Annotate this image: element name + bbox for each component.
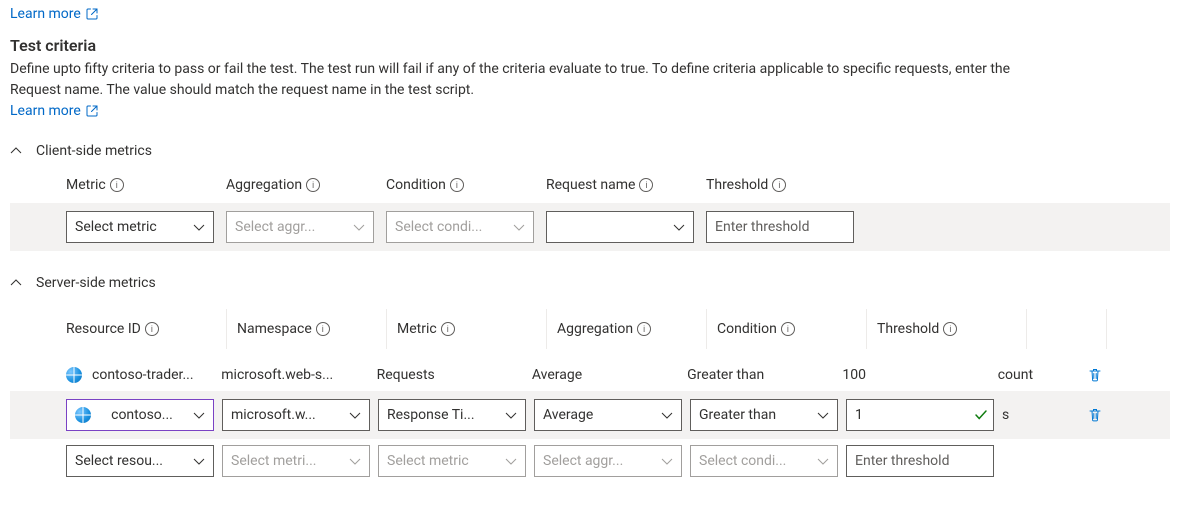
test-criteria-description: Define upto fifty criteria to pass or fa… <box>10 59 1060 101</box>
server-unit-value: s <box>1002 407 1009 423</box>
chevron-down-icon <box>505 455 517 467</box>
server-condition-placeholder: Select condi... <box>699 453 786 469</box>
learn-more-label: Learn more <box>10 103 81 119</box>
server-condition-select[interactable]: Greater than <box>690 399 838 431</box>
chevron-down-icon <box>661 409 673 421</box>
server-resource-placeholder: Select resou... <box>75 453 163 469</box>
server-aggregation-value: Average <box>543 407 593 423</box>
chevron-up-icon <box>10 277 22 289</box>
chevron-down-icon <box>817 455 829 467</box>
server-metric-value: Response Ti... <box>387 407 475 423</box>
chevron-down-icon <box>673 221 685 233</box>
client-aggregation-select[interactable]: Select aggr... <box>226 211 374 243</box>
server-resource-value: contoso... <box>111 407 173 423</box>
chevron-down-icon <box>193 221 205 233</box>
server-threshold-value: 100 <box>842 367 866 383</box>
col-namespace-label: Namespace <box>237 321 312 337</box>
server-namespace-value: microsoft.web-s... <box>221 367 333 383</box>
col-threshold-label: Threshold <box>706 177 768 193</box>
client-metric-value: Select metric <box>75 219 157 235</box>
chevron-down-icon <box>817 409 829 421</box>
info-icon[interactable]: i <box>441 322 455 336</box>
chevron-up-icon <box>10 145 22 157</box>
client-request-name-select[interactable] <box>546 211 694 243</box>
info-icon[interactable]: i <box>943 322 957 336</box>
server-aggregation-value: Average <box>532 367 582 383</box>
delete-row-button[interactable] <box>1087 407 1103 423</box>
client-metric-select[interactable]: Select metric <box>66 211 214 243</box>
chevron-down-icon <box>661 455 673 467</box>
server-resource-value: contoso-trader... <box>92 367 194 383</box>
test-criteria-heading: Test criteria <box>10 36 1170 55</box>
server-row: Select resou... Select metri... Select m… <box>10 439 1170 485</box>
col-aggregation-label: Aggregation <box>226 177 302 193</box>
delete-row-button[interactable] <box>1087 367 1103 383</box>
chevron-down-icon <box>349 455 361 467</box>
client-side-metrics-label: Client-side metrics <box>36 143 152 159</box>
client-condition-select[interactable]: Select condi... <box>386 211 534 243</box>
info-icon[interactable]: i <box>306 178 320 192</box>
checkmark-icon <box>974 408 988 422</box>
resource-globe-icon <box>75 407 91 423</box>
learn-more-link-criteria[interactable]: Learn more <box>10 103 98 119</box>
server-namespace-select[interactable]: Select metri... <box>222 445 370 477</box>
server-namespace-value: microsoft.w... <box>231 407 316 423</box>
server-metric-select[interactable]: Select metric <box>378 445 526 477</box>
trash-icon <box>1087 407 1103 423</box>
learn-more-link-top[interactable]: Learn more <box>10 6 98 22</box>
client-threshold-input[interactable] <box>706 211 854 243</box>
info-icon[interactable]: i <box>637 322 651 336</box>
server-namespace-placeholder: Select metri... <box>231 453 316 469</box>
server-condition-value: Greater than <box>687 367 764 383</box>
resource-globe-icon <box>66 367 82 383</box>
server-row: contoso-trader... microsoft.web-s... Req… <box>10 359 1170 391</box>
info-icon[interactable]: i <box>110 178 124 192</box>
learn-more-label: Learn more <box>10 6 81 22</box>
external-link-icon <box>86 105 98 117</box>
chevron-down-icon <box>349 409 361 421</box>
info-icon[interactable]: i <box>450 178 464 192</box>
chevron-down-icon <box>193 409 205 421</box>
col-condition-label: Condition <box>717 321 777 337</box>
server-unit-value: count <box>998 367 1033 383</box>
server-aggregation-select[interactable]: Average <box>534 399 682 431</box>
client-side-metrics-toggle[interactable]: Client-side metrics <box>10 143 1170 159</box>
server-condition-value: Greater than <box>699 407 776 423</box>
col-metric-label: Metric <box>66 177 106 193</box>
chevron-down-icon <box>505 409 517 421</box>
col-aggregation-label: Aggregation <box>557 321 633 337</box>
server-condition-select[interactable]: Select condi... <box>690 445 838 477</box>
col-resource-id-label: Resource ID <box>66 321 141 337</box>
server-threshold-input[interactable] <box>846 445 994 477</box>
server-resource-select[interactable]: Select resou... <box>66 445 214 477</box>
chevron-down-icon <box>193 455 205 467</box>
server-aggregation-placeholder: Select aggr... <box>543 453 623 469</box>
info-icon[interactable]: i <box>145 322 159 336</box>
server-threshold-input[interactable] <box>846 399 994 431</box>
info-icon[interactable]: i <box>316 322 330 336</box>
info-icon[interactable]: i <box>639 178 653 192</box>
external-link-icon <box>86 8 98 20</box>
server-resource-select[interactable]: contoso... <box>66 399 214 431</box>
server-metric-value: Requests <box>377 367 435 383</box>
client-aggregation-value: Select aggr... <box>235 219 315 235</box>
col-threshold-label: Threshold <box>877 321 939 337</box>
trash-icon <box>1087 367 1103 383</box>
client-condition-value: Select condi... <box>395 219 482 235</box>
server-row: contoso... microsoft.w... Response Ti...… <box>10 391 1170 439</box>
col-condition-label: Condition <box>386 177 446 193</box>
chevron-down-icon <box>353 221 365 233</box>
col-metric-label: Metric <box>397 321 437 337</box>
server-metric-placeholder: Select metric <box>387 453 469 469</box>
server-metric-select[interactable]: Response Ti... <box>378 399 526 431</box>
server-side-metrics-label: Server-side metrics <box>36 275 156 291</box>
info-icon[interactable]: i <box>772 178 786 192</box>
server-namespace-select[interactable]: microsoft.w... <box>222 399 370 431</box>
server-side-metrics-toggle[interactable]: Server-side metrics <box>10 275 1170 291</box>
chevron-down-icon <box>513 221 525 233</box>
col-request-name-label: Request name <box>546 177 635 193</box>
info-icon[interactable]: i <box>781 322 795 336</box>
server-aggregation-select[interactable]: Select aggr... <box>534 445 682 477</box>
